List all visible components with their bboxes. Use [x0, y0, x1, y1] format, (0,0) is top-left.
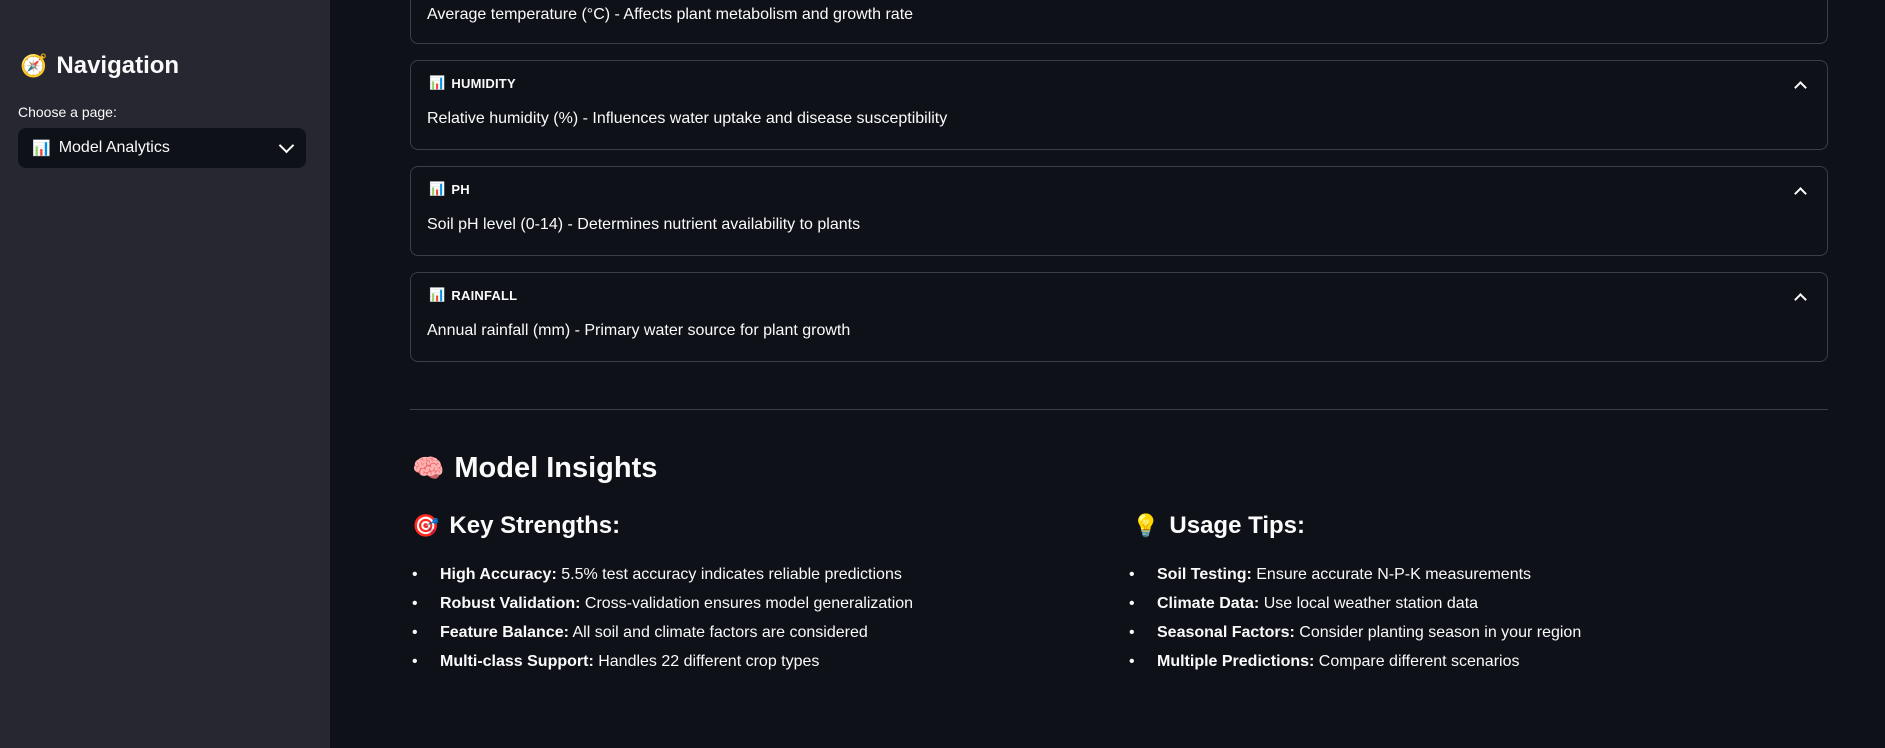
sidebar-title-text: Navigation [56, 52, 180, 79]
chevron-up-icon[interactable] [1794, 293, 1807, 306]
feature-header[interactable]: 📊 HUMIDITY [429, 75, 516, 91]
list-item-label: Feature Balance: [440, 624, 569, 641]
list-item: High Accuracy: 5.5% test accuracy indica… [412, 560, 913, 589]
chart-icon: 📊 [32, 140, 51, 157]
brain-icon: 🧠 [412, 453, 445, 483]
list-item: Seasonal Factors: Consider planting seas… [1129, 618, 1581, 647]
section-title-text: Model Insights [454, 452, 658, 484]
list-item-text: Consider planting season in your region [1294, 624, 1582, 641]
page-select-value: Model Analytics [58, 139, 170, 156]
chart-icon: 📊 [429, 287, 446, 302]
list-item: Feature Balance: All soil and climate fa… [412, 618, 913, 647]
list-item-text: All soil and climate factors are conside… [568, 624, 868, 641]
list-item: Soil Testing: Ensure accurate N-P-K meas… [1129, 560, 1581, 589]
list-item-text: Ensure accurate N-P-K measurements [1251, 566, 1532, 583]
chevron-up-icon[interactable] [1794, 187, 1807, 200]
feature-header[interactable]: 📊 PH [429, 181, 470, 197]
strengths-heading: 🎯 Key Strengths: [412, 512, 620, 540]
list-item: Robust Validation: Cross-validation ensu… [412, 589, 913, 618]
feature-description: Average temperature (°C) - Affects plant… [427, 6, 914, 23]
list-item-text: Compare different scenarios [1314, 653, 1520, 670]
list-item-text: Cross-validation ensures model generaliz… [580, 595, 914, 612]
list-item-label: Multi-class Support: [440, 653, 594, 670]
section-divider [410, 409, 1828, 410]
tips-heading-text: Usage Tips: [1169, 512, 1306, 539]
list-item-label: Climate Data: [1157, 595, 1260, 612]
strengths-list: High Accuracy: 5.5% test accuracy indica… [412, 560, 913, 676]
list-item-label: High Accuracy: [440, 566, 557, 583]
tips-list: Soil Testing: Ensure accurate N-P-K meas… [1129, 560, 1581, 676]
list-item-label: Multiple Predictions: [1157, 653, 1315, 670]
list-item-text: Handles 22 different crop types [593, 653, 820, 670]
sidebar-title: 🧭 Navigation [20, 52, 179, 80]
feature-description: Soil pH level (0-14) - Determines nutrie… [427, 216, 861, 233]
list-item-label: Soil Testing: [1157, 566, 1252, 583]
chart-icon: 📊 [429, 181, 446, 196]
list-item-text: 5.5% test accuracy indicates reliable pr… [556, 566, 902, 583]
feature-expander-temperature[interactable]: Average temperature (°C) - Affects plant… [410, 0, 1828, 44]
feature-expander-rainfall[interactable]: 📊 RAINFALL Annual rainfall (mm) - Primar… [410, 272, 1828, 362]
lightbulb-icon: 💡 [1132, 513, 1160, 538]
chart-icon: 📊 [429, 75, 446, 90]
list-item-text: Use local weather station data [1259, 595, 1479, 612]
target-icon: 🎯 [412, 513, 440, 538]
strengths-heading-text: Key Strengths: [449, 512, 621, 539]
page-select-label: Choose a page: [18, 104, 117, 120]
feature-name: HUMIDITY [451, 75, 516, 91]
tips-heading: 💡 Usage Tips: [1132, 512, 1305, 540]
list-item: Multi-class Support: Handles 22 differen… [412, 647, 913, 676]
feature-description: Annual rainfall (mm) - Primary water sou… [427, 322, 851, 339]
page-select[interactable]: 📊 Model Analytics [18, 128, 306, 168]
section-title: 🧠 Model Insights [412, 452, 657, 485]
feature-header[interactable]: 📊 RAINFALL [429, 287, 517, 303]
feature-expander-humidity[interactable]: 📊 HUMIDITY Relative humidity (%) - Influ… [410, 60, 1828, 150]
feature-description: Relative humidity (%) - Influences water… [427, 110, 948, 127]
sidebar: 🧭 Navigation Choose a page: 📊 Model Anal… [0, 0, 330, 748]
chevron-up-icon[interactable] [1794, 81, 1807, 94]
compass-icon: 🧭 [20, 53, 48, 78]
list-item-label: Robust Validation: [440, 595, 581, 612]
feature-name: PH [451, 181, 470, 197]
list-item-label: Seasonal Factors: [1157, 624, 1295, 641]
list-item: Climate Data: Use local weather station … [1129, 589, 1581, 618]
chevron-down-icon [278, 137, 295, 154]
feature-name: RAINFALL [451, 287, 518, 303]
feature-expander-ph[interactable]: 📊 PH Soil pH level (0-14) - Determines n… [410, 166, 1828, 256]
list-item: Multiple Predictions: Compare different … [1129, 647, 1581, 676]
